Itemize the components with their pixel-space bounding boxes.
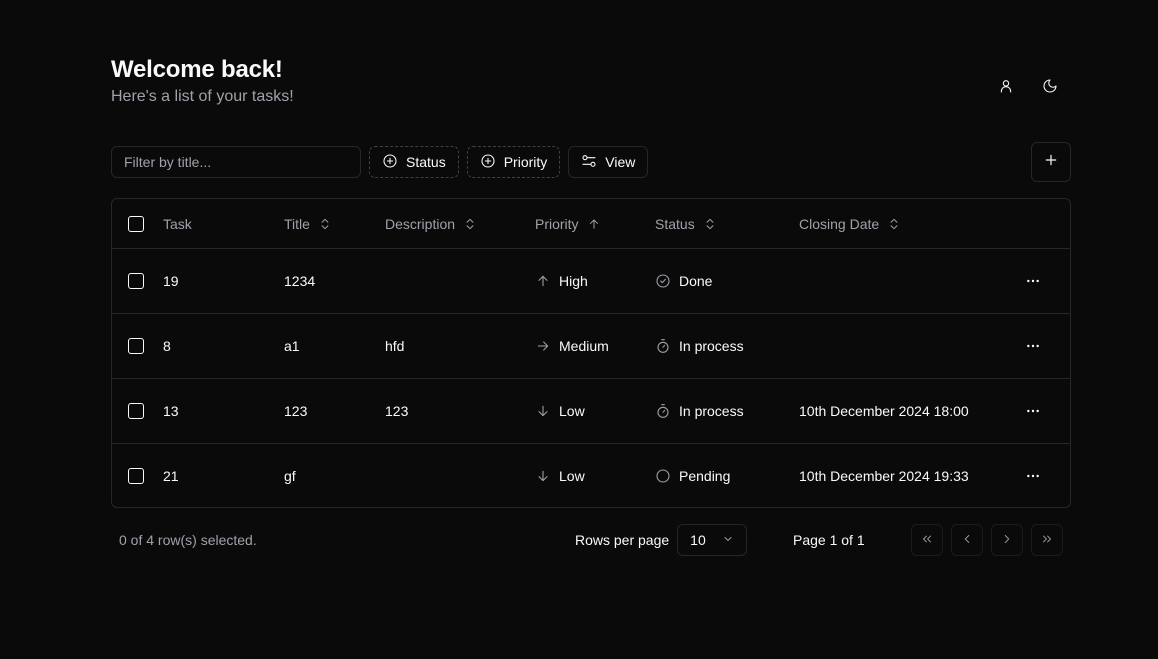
rows-per-page-value: 10 (690, 532, 706, 548)
chevrons-left-icon (920, 532, 934, 549)
sort-closing-date-button[interactable]: Closing Date (799, 199, 901, 248)
check-circle-icon (655, 273, 671, 289)
task-id: 21 (163, 468, 179, 484)
chevron-down-icon (722, 532, 734, 548)
moon-icon[interactable] (1034, 72, 1066, 100)
chevrons-up-down-icon (318, 217, 332, 231)
chevrons-up-down-icon (703, 217, 717, 231)
column-header-status: Status (655, 215, 695, 232)
task-id: 13 (163, 403, 179, 419)
more-horizontal-icon (1025, 468, 1041, 484)
tasks-table: Task Title Description Priority Status C… (111, 198, 1071, 508)
table-row: 8 a1 hfd Medium In process (112, 313, 1070, 378)
priority-filter-button[interactable]: Priority (466, 146, 561, 178)
arrow-down-icon (535, 468, 551, 484)
plus-circle-icon (382, 153, 398, 172)
arrow-up-icon (587, 217, 601, 231)
chevron-left-icon (960, 532, 974, 549)
more-horizontal-icon (1025, 273, 1041, 289)
column-header-title: Title (284, 215, 310, 232)
rows-per-page-label: Rows per page (575, 532, 670, 548)
status-filter-button[interactable]: Status (369, 146, 459, 178)
previous-page-button[interactable] (951, 524, 983, 556)
table-header-row: Task Title Description Priority Status C… (112, 199, 1070, 248)
view-options-label: View (605, 154, 636, 170)
task-priority: Medium (559, 338, 609, 354)
settings-sliders-icon (581, 153, 597, 172)
task-closing-date: 10th December 2024 19:33 (799, 468, 969, 484)
chevrons-right-icon (1040, 532, 1054, 549)
chevrons-up-down-icon (463, 217, 477, 231)
column-header-description: Description (385, 215, 456, 232)
next-page-button[interactable] (991, 524, 1023, 556)
toolbar: Status Priority View (111, 146, 649, 178)
row-actions-button[interactable] (1022, 249, 1044, 313)
task-id: 19 (163, 273, 179, 289)
priority-filter-label: Priority (503, 154, 548, 170)
last-page-button[interactable] (1031, 524, 1063, 556)
selected-rows-count: 0 of 4 row(s) selected. (119, 532, 257, 548)
more-horizontal-icon (1025, 338, 1041, 354)
page-header: Welcome back! Here's a list of your task… (111, 56, 294, 106)
more-horizontal-icon (1025, 403, 1041, 419)
rows-per-page: Rows per page 10 (575, 524, 748, 556)
timer-icon (655, 338, 671, 354)
task-id: 8 (163, 338, 171, 354)
rows-per-page-select[interactable]: 10 (677, 524, 748, 556)
task-status: Pending (679, 468, 731, 484)
task-status: Done (679, 273, 713, 289)
task-priority: Low (559, 403, 585, 419)
task-status: In process (679, 403, 744, 419)
column-header-priority: Priority (535, 215, 579, 232)
circle-icon (655, 468, 671, 484)
task-priority: Low (559, 468, 585, 484)
row-checkbox[interactable] (128, 338, 144, 354)
table-footer: 0 of 4 row(s) selected. Rows per page 10… (111, 524, 1071, 556)
row-checkbox[interactable] (128, 403, 144, 419)
task-priority: High (559, 273, 588, 289)
view-options-button[interactable]: View (568, 146, 649, 178)
table-row: 21 gf Low Pending 10th December 2024 19:… (112, 443, 1070, 507)
user-icon[interactable] (990, 72, 1022, 100)
top-actions (990, 72, 1066, 100)
row-actions-button[interactable] (1022, 444, 1044, 507)
arrow-down-icon (535, 403, 551, 419)
add-task-button[interactable] (1031, 142, 1071, 182)
task-closing-date: 10th December 2024 18:00 (799, 403, 969, 419)
row-actions-button[interactable] (1022, 314, 1044, 378)
sort-status-button[interactable]: Status (655, 199, 717, 248)
task-title: a1 (284, 338, 300, 354)
row-checkbox[interactable] (128, 273, 144, 289)
plus-icon (1043, 152, 1059, 173)
column-header-task: Task (163, 215, 192, 232)
first-page-button[interactable] (911, 524, 943, 556)
pagination (911, 524, 1063, 556)
filter-title-input[interactable] (111, 146, 361, 178)
table-row: 19 1234 High Done (112, 248, 1070, 313)
sort-title-button[interactable]: Title (284, 199, 332, 248)
task-title: gf (284, 468, 296, 484)
row-actions-button[interactable] (1022, 379, 1044, 443)
row-checkbox[interactable] (128, 468, 144, 484)
column-header-closing-date: Closing Date (799, 215, 880, 232)
chevron-right-icon (1000, 532, 1014, 549)
task-description: 123 (385, 403, 409, 419)
sort-priority-button[interactable]: Priority (535, 199, 601, 248)
page-title: Welcome back! (111, 56, 283, 83)
timer-icon (655, 403, 671, 419)
table-row: 13 123 123 Low In process 10th December … (112, 378, 1070, 443)
status-filter-label: Status (406, 154, 446, 170)
task-description: hfd (385, 338, 405, 354)
arrow-right-icon (535, 338, 551, 354)
task-status: In process (679, 338, 744, 354)
arrow-up-icon (535, 273, 551, 289)
select-all-checkbox[interactable] (128, 215, 144, 232)
page-subtitle: Here's a list of your tasks! (111, 88, 294, 105)
task-title: 123 (284, 403, 308, 419)
page-indicator: Page 1 of 1 (793, 532, 865, 548)
plus-circle-icon (480, 153, 496, 172)
sort-description-button[interactable]: Description (385, 199, 477, 248)
chevrons-up-down-icon (887, 217, 901, 231)
task-title: 1234 (284, 273, 316, 289)
